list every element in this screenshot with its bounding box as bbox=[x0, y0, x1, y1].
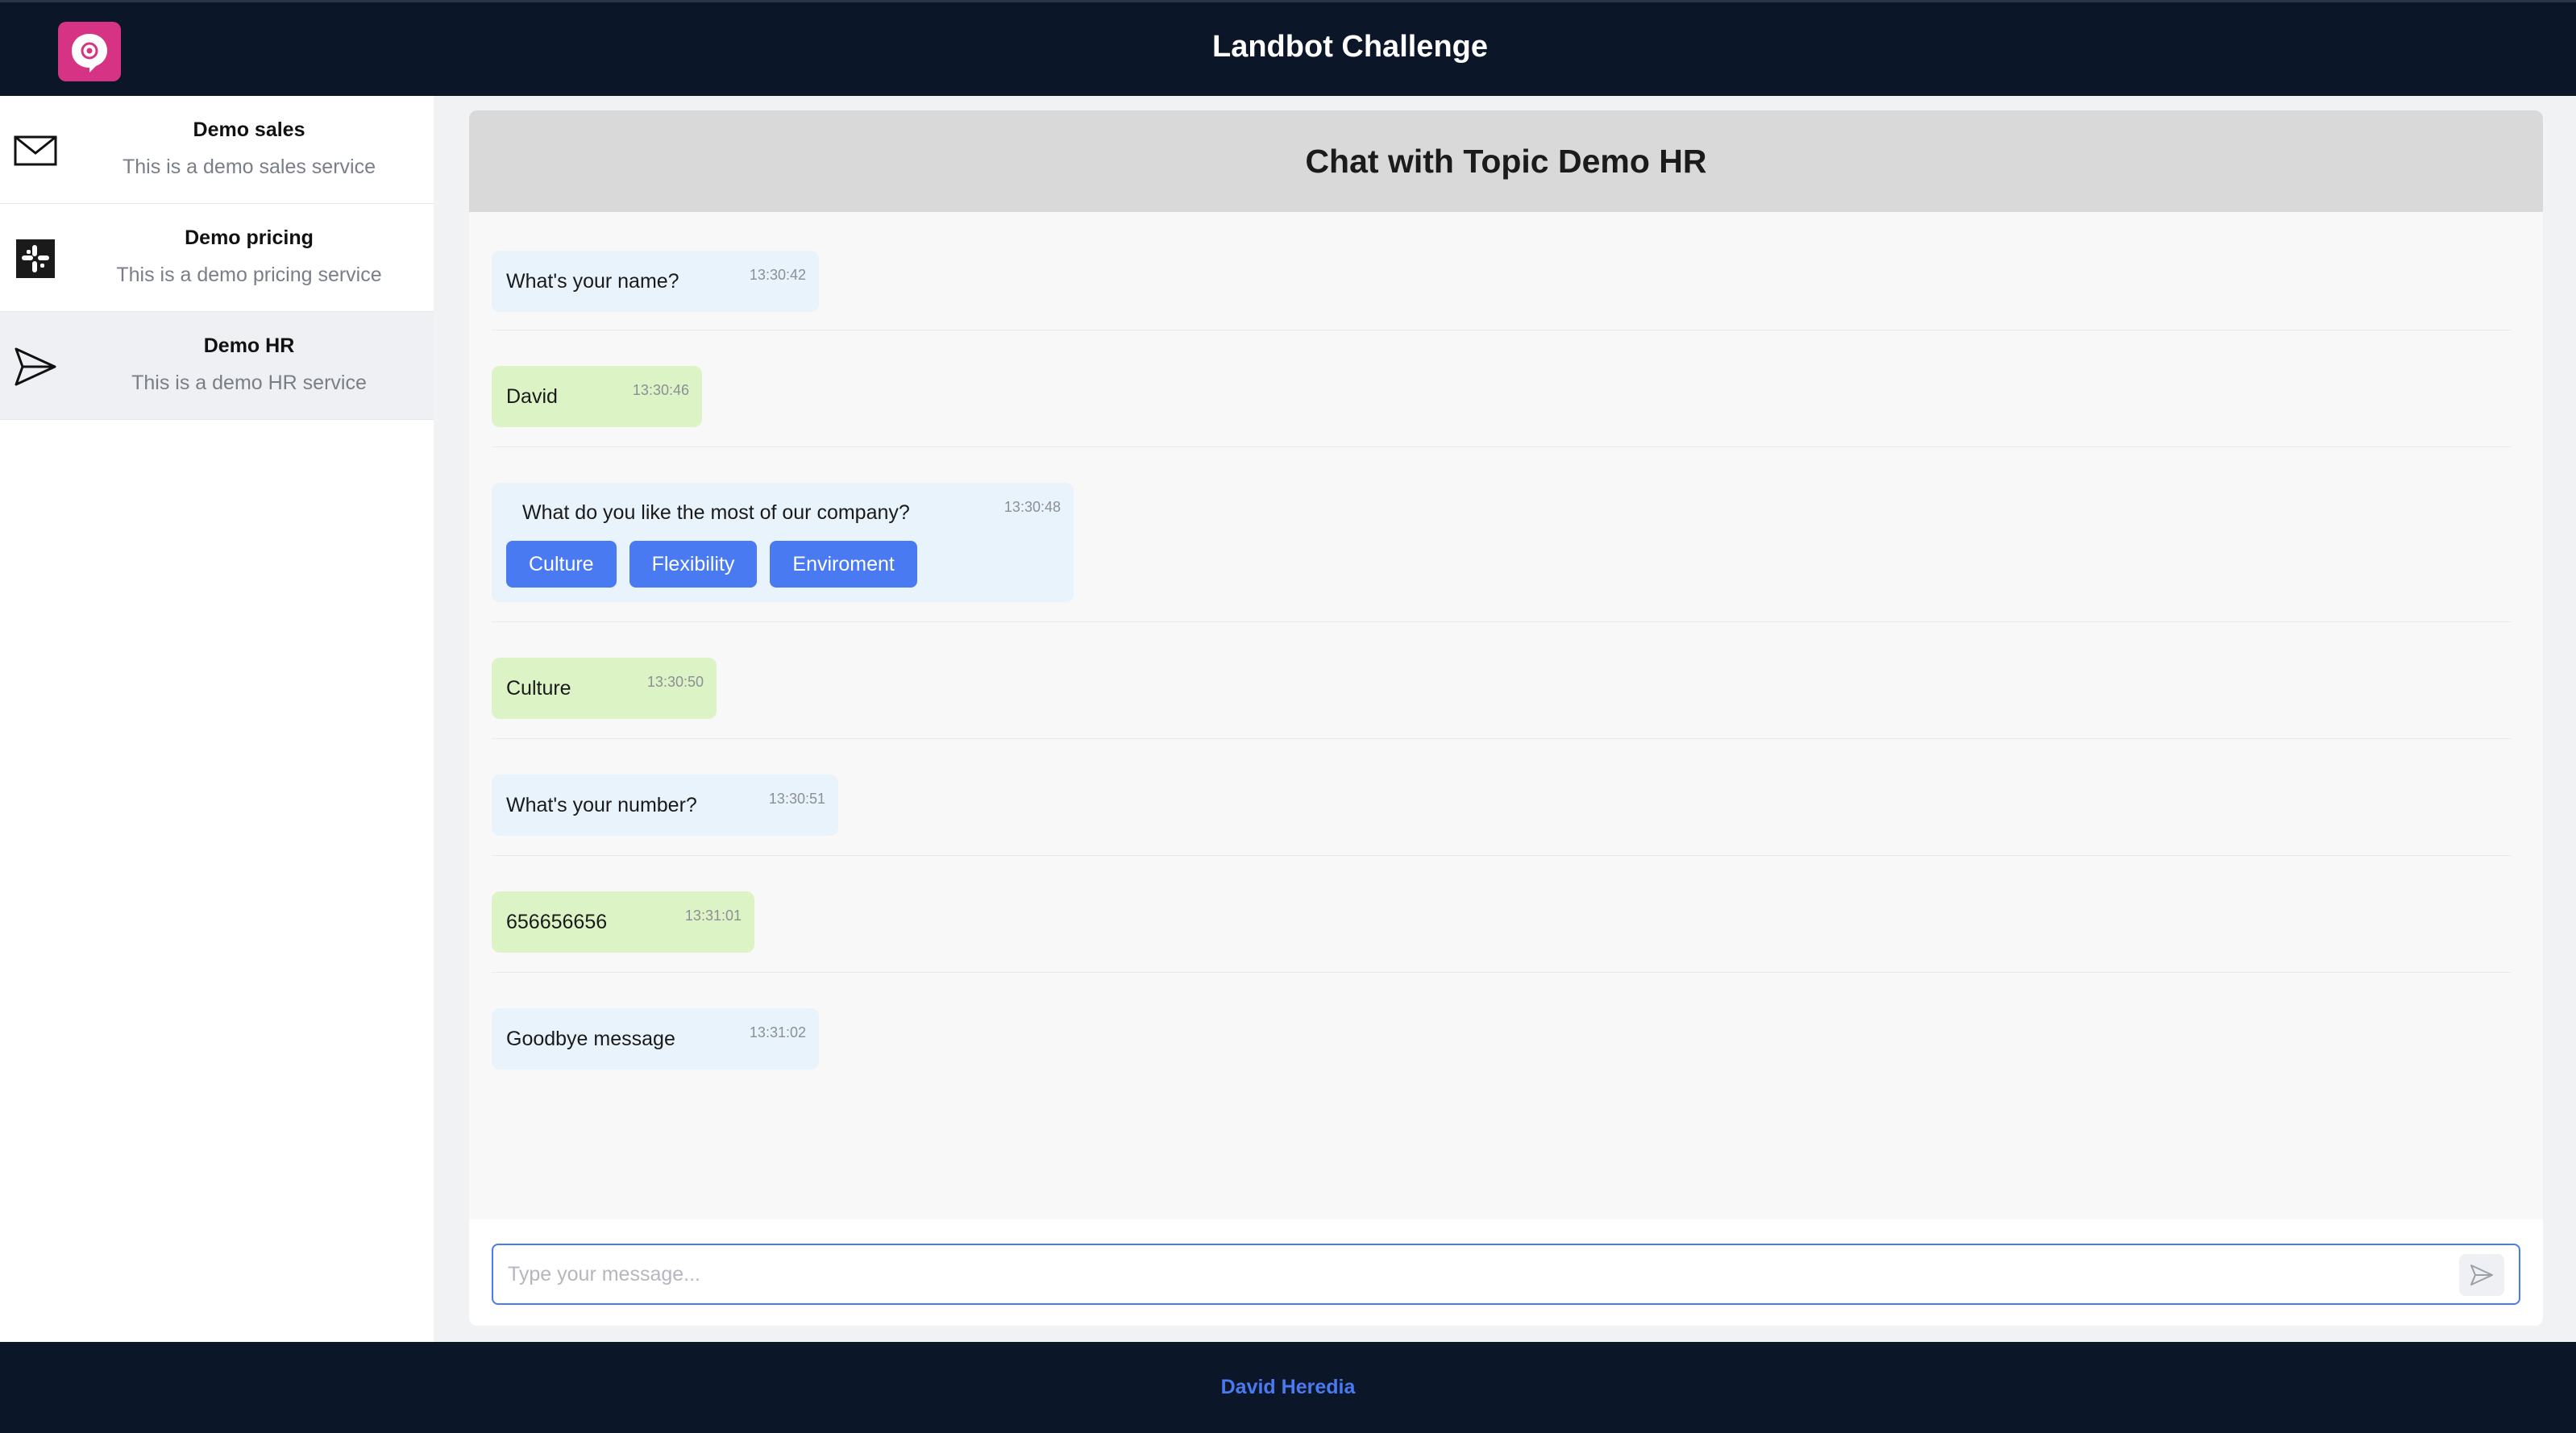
message-input[interactable] bbox=[508, 1245, 2434, 1303]
message-input-box bbox=[492, 1244, 2520, 1305]
message-text: Goodbye message bbox=[506, 1028, 675, 1050]
sidebar-item-demo-sales[interactable]: Demo sales This is a demo sales service bbox=[0, 96, 434, 204]
message-row: What's your number? 13:30:51 bbox=[492, 739, 2511, 856]
topic-description: This is a demo sales service bbox=[122, 156, 376, 178]
app-title: Landbot Challenge bbox=[1212, 30, 1488, 64]
author-link[interactable]: David Heredia bbox=[1221, 1376, 1356, 1399]
message-time: 13:30:48 bbox=[1003, 499, 1061, 515]
option-button-enviroment[interactable]: Enviroment bbox=[770, 541, 917, 588]
bot-question-message: What do you like the most of our company… bbox=[492, 483, 1074, 602]
message-time: 13:31:01 bbox=[684, 908, 742, 924]
message-time: 13:30:46 bbox=[632, 382, 689, 398]
topic-description: This is a demo HR service bbox=[131, 372, 367, 394]
option-button-culture[interactable]: Culture bbox=[506, 541, 617, 588]
message-list: What's your name? 13:30:42 David 13:30:4… bbox=[492, 212, 2511, 1089]
chat-title: Chat with Topic Demo HR bbox=[1305, 142, 1707, 180]
message-row: 656656656 13:31:01 bbox=[492, 856, 2511, 973]
message-time: 13:30:50 bbox=[646, 674, 704, 690]
sidebar-item-demo-hr[interactable]: Demo HR This is a demo HR service bbox=[0, 312, 434, 420]
message-text: What's your name? bbox=[506, 270, 679, 293]
message-text: Culture bbox=[506, 677, 571, 700]
message-time: 13:31:02 bbox=[749, 1024, 806, 1040]
message-composer bbox=[469, 1219, 2543, 1326]
user-message: David 13:30:46 bbox=[492, 366, 702, 427]
app-footer: David Heredia bbox=[0, 1342, 2576, 1433]
message-text: David bbox=[506, 385, 558, 408]
topic-name: Demo pricing bbox=[185, 226, 314, 249]
send-icon bbox=[2470, 1265, 2493, 1286]
message-row: What do you like the most of our company… bbox=[492, 447, 2511, 622]
message-text: What's your number? bbox=[506, 794, 697, 816]
message-time: 13:30:42 bbox=[749, 267, 806, 283]
topic-description: This is a demo pricing service bbox=[116, 264, 382, 286]
sidebar-item-demo-pricing[interactable]: Demo pricing This is a demo pricing serv… bbox=[0, 204, 434, 312]
answer-options: Culture Flexibility Enviroment bbox=[506, 541, 1059, 588]
message-text: What do you like the most of our company… bbox=[522, 501, 910, 524]
chat-panel: Chat with Topic Demo HR What's your name… bbox=[469, 110, 2543, 1326]
user-message: Culture 13:30:50 bbox=[492, 658, 717, 719]
send-icon bbox=[13, 344, 58, 389]
message-time: 13:30:51 bbox=[768, 791, 825, 807]
bot-message: What's your number? 13:30:51 bbox=[492, 775, 838, 836]
slack-icon bbox=[13, 236, 58, 281]
send-button[interactable] bbox=[2459, 1254, 2504, 1296]
message-row: Goodbye message 13:31:02 bbox=[492, 973, 2511, 1089]
app-header: Landbot Challenge bbox=[0, 0, 2576, 96]
message-row: David 13:30:46 bbox=[492, 330, 2511, 447]
message-row: What's your name? 13:30:42 bbox=[492, 212, 2511, 330]
option-button-flexibility[interactable]: Flexibility bbox=[629, 541, 758, 588]
message-row: Culture 13:30:50 bbox=[492, 622, 2511, 739]
bot-message: Goodbye message 13:31:02 bbox=[492, 1008, 819, 1070]
topic-name: Demo HR bbox=[203, 334, 295, 357]
topics-sidebar: Demo sales This is a demo sales service … bbox=[0, 96, 434, 1342]
message-text: 656656656 bbox=[506, 911, 608, 933]
bot-message: What's your name? 13:30:42 bbox=[492, 251, 819, 312]
topic-name: Demo sales bbox=[193, 118, 305, 141]
envelope-icon bbox=[13, 128, 58, 173]
user-message: 656656656 13:31:01 bbox=[492, 891, 754, 953]
chat-header: Chat with Topic Demo HR bbox=[469, 110, 2543, 212]
